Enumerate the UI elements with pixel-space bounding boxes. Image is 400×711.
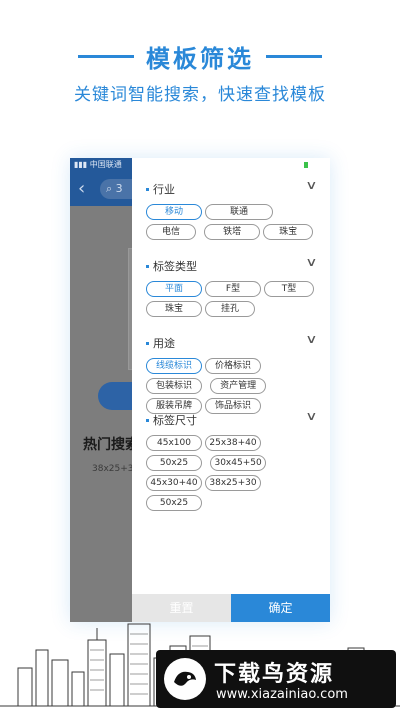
back-icon[interactable]: ‹ [78, 178, 85, 199]
tag-option[interactable]: 30x45+50 [210, 455, 267, 471]
battery-icon [304, 162, 308, 168]
search-hint: 3 [115, 182, 123, 195]
filter-section-usage: 用途 ∨ 线缆标识 价格标识包装标识 资产管理服装吊牌 饰品标识 [132, 332, 330, 418]
tag-option[interactable]: 25x38+40 [205, 435, 261, 451]
filter-drawer: 行业 ∨ 移动 联通电信 铁塔 珠宝 标签类型 ∨ 平面 F型 T型 珠宝 挂孔 用途 [132, 158, 330, 622]
filter-section-label-type: 标签类型 ∨ 平面 F型 T型 珠宝 挂孔 [132, 255, 330, 321]
tag-option[interactable]: 平面 [146, 281, 202, 297]
tag-option[interactable]: 铁塔 [204, 224, 261, 240]
title-left-line [78, 54, 134, 58]
watermark-title: 下载鸟资源 [214, 662, 335, 687]
tag-option[interactable]: 38x25+30 [205, 475, 261, 491]
tag-option[interactable]: F型 [205, 281, 261, 297]
search-icon: ⌕ [106, 182, 113, 195]
tag-option[interactable]: 资产管理 [210, 378, 267, 394]
filter-section-industry: 行业 ∨ 移动 联通电信 铁塔 珠宝 [132, 178, 330, 244]
section-header[interactable]: 用途 ∨ [132, 332, 330, 352]
section-header[interactable]: 标签类型 ∨ [132, 255, 330, 275]
watermark-banner: 下载鸟资源 www.xiazainiao.com [156, 650, 396, 708]
promo-subtitle: 关键词智能搜索，快速查找模板 [74, 85, 326, 105]
signal-icon: ▮▮▮ [74, 160, 88, 169]
tag-option[interactable]: 价格标识 [205, 358, 261, 374]
tag-option[interactable]: 包装标识 [146, 378, 202, 394]
tag-option[interactable]: 联通 [205, 204, 273, 220]
bird-logo-icon [166, 660, 204, 698]
tag-option[interactable]: 45x30+40 [146, 475, 202, 491]
section-marker [146, 265, 149, 268]
tag-list: 平面 F型 T型 珠宝 挂孔 [132, 281, 330, 321]
tag-option[interactable]: 线缆标识 [146, 358, 202, 374]
promo-title-text: 模板筛选 [146, 44, 254, 73]
carrier-label: 中国联通 [89, 160, 122, 169]
tag-option[interactable]: 50x25 [146, 495, 202, 511]
section-title: 标签尺寸 [153, 414, 197, 427]
tag-list: 移动 联通电信 铁塔 珠宝 [132, 204, 330, 244]
status-bar: ▮▮▮ 中国联通 [70, 158, 136, 172]
watermark-url: www.xiazainiao.com [216, 687, 348, 702]
section-title: 标签类型 [153, 260, 197, 273]
filter-section-label-size: 标签尺寸 ∨ 45x100 25x38+4050x25 30x45+5045x30… [132, 409, 330, 515]
title-right-line [266, 54, 322, 58]
section-marker [146, 188, 149, 191]
hot-search-title: 热门搜索 [83, 437, 139, 453]
section-marker [146, 419, 149, 422]
chevron-down-icon[interactable]: ∨ [305, 178, 317, 192]
chevron-down-icon[interactable]: ∨ [305, 255, 317, 269]
section-header[interactable]: 标签尺寸 ∨ [132, 409, 330, 429]
promo-title: 模板筛选 [0, 38, 400, 74]
tag-option[interactable]: 50x25 [146, 455, 202, 471]
phone-screen: ▮▮▮ 中国联通 ‹ ⌕ 3 热门搜索 38x25+30 行业 ∨ 移动 联通电信… [70, 158, 330, 622]
section-title: 行业 [153, 183, 175, 196]
tag-option[interactable]: 挂孔 [205, 301, 255, 317]
chevron-down-icon[interactable]: ∨ [305, 332, 317, 346]
chevron-down-icon[interactable]: ∨ [305, 409, 317, 423]
tag-option[interactable]: 移动 [146, 204, 202, 220]
tag-option[interactable]: 45x100 [146, 435, 202, 451]
tag-list: 45x100 25x38+4050x25 30x45+5045x30+40 38x2… [132, 435, 330, 515]
section-title: 用途 [153, 337, 175, 350]
tag-option[interactable]: T型 [264, 281, 314, 297]
section-marker [146, 342, 149, 345]
tag-option[interactable]: 电信 [146, 224, 196, 240]
tag-option[interactable]: 珠宝 [263, 224, 314, 240]
logo-icon [164, 658, 206, 700]
section-header[interactable]: 行业 ∨ [132, 178, 330, 198]
nav-bar: ‹ ⌕ 3 [70, 172, 146, 206]
tag-option[interactable]: 珠宝 [146, 301, 202, 317]
